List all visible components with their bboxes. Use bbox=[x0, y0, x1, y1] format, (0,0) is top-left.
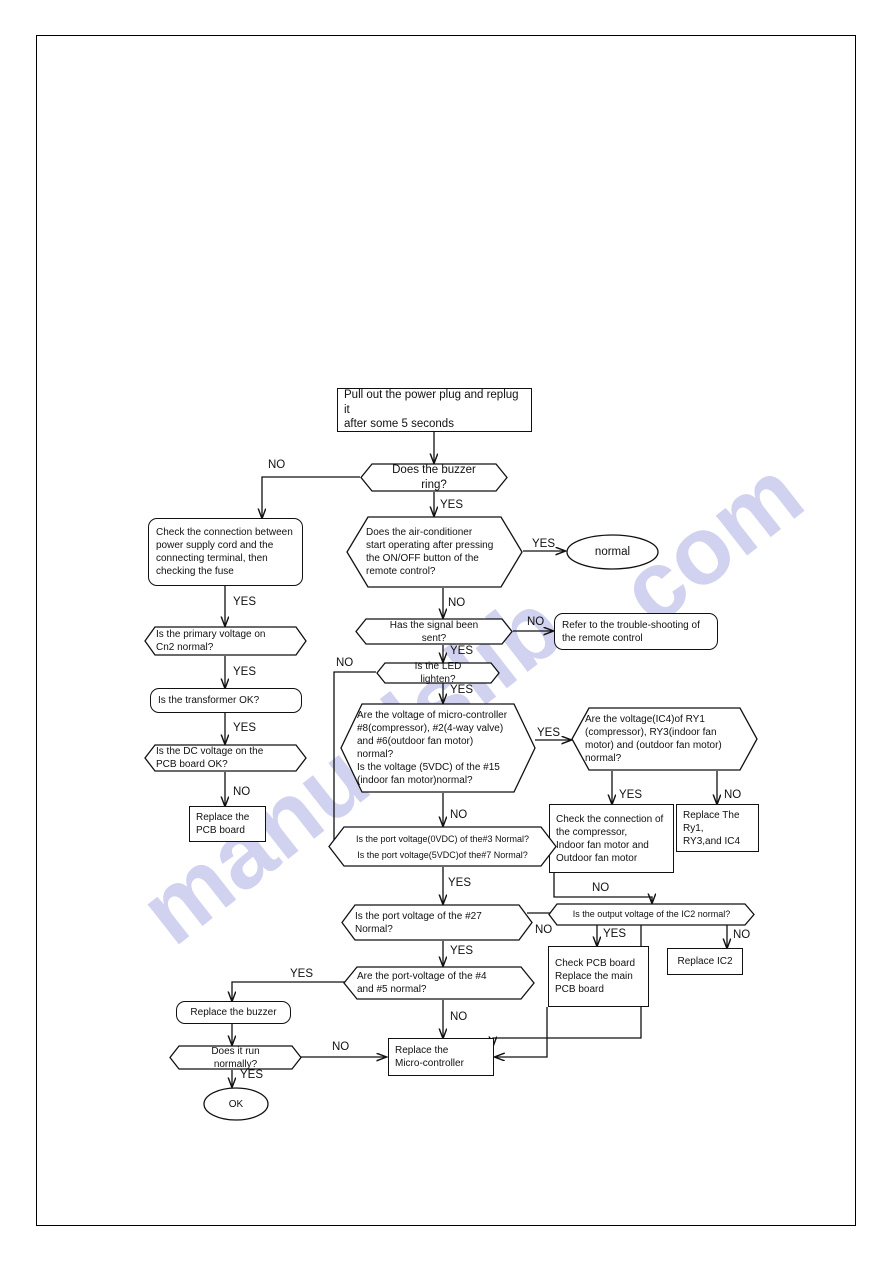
node-refer-remote-control-text: Refer to the trouble-shooting of the rem… bbox=[562, 619, 700, 644]
node-port-voltage-3-7-text: Is the port voltage(0VDC) of the#3 Norma… bbox=[355, 833, 530, 860]
node-dc-voltage-pcb: Is the DC voltage on the PCB board OK? bbox=[144, 744, 307, 772]
edge-label-run-no: NO bbox=[332, 1041, 350, 1053]
node-micro-controller-voltage-text: Are the voltage of micro-controller #8(c… bbox=[357, 710, 508, 786]
node-check-compressor-connection-text: Check the connection of the compressor, … bbox=[556, 813, 664, 864]
node-start-text: Pull out the power plug and replug it af… bbox=[344, 389, 519, 431]
node-ok-text: OK bbox=[228, 1098, 244, 1110]
edge-label-ic4-yes: YES bbox=[619, 789, 643, 801]
node-check-connection-text: Check the connection between power suppl… bbox=[156, 527, 293, 577]
edge-label-transformer-yes: YES bbox=[233, 722, 257, 734]
node-replace-pcb-board: Replace the PCB board bbox=[189, 806, 266, 842]
edge-label-led-yes: YES bbox=[450, 684, 474, 696]
node-replace-micro-controller: Replace the Micro-controller bbox=[388, 1038, 494, 1076]
node-refer-remote-control: Refer to the trouble-shooting of the rem… bbox=[554, 613, 718, 650]
edge-label-signal-no: NO bbox=[527, 616, 545, 628]
edge-label-signal-yes: YES bbox=[450, 645, 474, 657]
node-check-pcb-board-text: Check PCB board Replace the main PCB boa… bbox=[555, 958, 636, 995]
edge-label-run-yes: YES bbox=[240, 1069, 264, 1081]
node-port-voltage-4-5: Are the port-voltage of the #4 and #5 no… bbox=[343, 966, 535, 1000]
edge-label-buzzer-no: NO bbox=[268, 459, 286, 471]
node-check-compressor-connection: Check the connection of the compressor, … bbox=[549, 804, 674, 873]
node-ok: OK bbox=[203, 1087, 269, 1121]
node-ic4-voltage: Are the voltage(IC4)of RY1 (compressor),… bbox=[571, 707, 758, 771]
node-ic2-output-voltage: Is the output voltage of the IC2 normal? bbox=[548, 903, 755, 926]
edge-label-dc-no: NO bbox=[233, 786, 251, 798]
node-replace-ic2-text: Replace IC2 bbox=[677, 956, 733, 967]
edge-label-buzzer-yes: YES bbox=[440, 499, 464, 511]
node-primary-voltage-text: Is the primary voltage on Cn2 normal? bbox=[156, 629, 266, 653]
node-ac-start-operating: Does the air-conditioner start operating… bbox=[346, 516, 523, 588]
edge-label-ic2-no: NO bbox=[733, 929, 751, 941]
node-run-normally-text: Does it run normally? bbox=[211, 1045, 260, 1070]
node-buzzer-ring: Does the buzzer ring? bbox=[360, 463, 508, 492]
node-transformer-ok: Is the transformer OK? bbox=[150, 688, 302, 713]
node-dc-voltage-pcb-text: Is the DC voltage on the PCB board OK? bbox=[156, 746, 264, 770]
edge-label-port27-no: NO bbox=[535, 924, 553, 936]
node-normal-text: normal bbox=[594, 545, 631, 558]
node-buzzer-ring-text: Does the buzzer ring? bbox=[392, 464, 476, 491]
edge-label-micro-yes: YES bbox=[537, 727, 561, 739]
edge-label-port27-yes: YES bbox=[450, 945, 474, 957]
edge-label-port45-no: NO bbox=[450, 1011, 468, 1023]
node-ic2-output-voltage-text: Is the output voltage of the IC2 normal? bbox=[572, 909, 731, 919]
edge-label-primary-yes: YES bbox=[233, 666, 257, 678]
edge-label-port37-yes: YES bbox=[448, 877, 472, 889]
node-start: Pull out the power plug and replug it af… bbox=[337, 388, 532, 432]
edge-label-ic4-no: NO bbox=[724, 789, 742, 801]
edge-label-micro-no: NO bbox=[450, 809, 468, 821]
node-transformer-ok-text: Is the transformer OK? bbox=[158, 695, 260, 706]
node-signal-sent-text: Has the signal been sent? bbox=[389, 619, 479, 644]
node-micro-controller-voltage: Are the voltage of micro-controller #8(c… bbox=[340, 703, 536, 793]
edge-label-ic2-yes: YES bbox=[603, 928, 627, 940]
node-signal-sent: Has the signal been sent? bbox=[355, 618, 513, 645]
node-check-connection: Check the connection between power suppl… bbox=[148, 518, 303, 586]
node-replace-ic2: Replace IC2 bbox=[667, 948, 743, 975]
node-port-voltage-27-text: Is the port voltage of the #27 Normal? bbox=[355, 910, 482, 935]
node-ac-start-operating-text: Does the air-conditioner start operating… bbox=[366, 527, 494, 577]
node-ic4-voltage-text: Are the voltage(IC4)of RY1 (compressor),… bbox=[585, 714, 722, 764]
node-replace-micro-controller-text: Replace the Micro-controller bbox=[395, 1045, 464, 1069]
edge-label-compressor-no: NO bbox=[592, 882, 610, 894]
node-port-voltage-27: Is the port voltage of the #27 Normal? bbox=[341, 904, 533, 941]
edge-label-ac-yes: YES bbox=[532, 538, 556, 550]
node-replace-relays: Replace The Ry1, RY3,and IC4 bbox=[676, 804, 759, 852]
node-replace-buzzer: Replace the buzzer bbox=[176, 1001, 291, 1024]
node-replace-pcb-board-text: Replace the PCB board bbox=[196, 812, 250, 836]
node-led-lighten: Is the LED lighten? bbox=[376, 661, 500, 685]
node-replace-buzzer-text: Replace the buzzer bbox=[190, 1007, 277, 1018]
node-port-voltage-3-7: Is the port voltage(0VDC) of the#3 Norma… bbox=[328, 826, 557, 867]
node-led-lighten-text: Is the LED lighten? bbox=[414, 661, 462, 685]
node-replace-relays-text: Replace The Ry1, RY3,and IC4 bbox=[683, 809, 741, 847]
edge-label-port45-yes: YES bbox=[290, 968, 314, 980]
node-port-voltage-4-5-text: Are the port-voltage of the #4 and #5 no… bbox=[357, 971, 487, 995]
document-page: manualslib com Pull out the power plug a… bbox=[0, 0, 893, 1263]
edge-label-led-no: NO bbox=[336, 657, 354, 669]
node-run-normally: Does it run normally? bbox=[169, 1045, 302, 1070]
node-check-pcb-board: Check PCB board Replace the main PCB boa… bbox=[548, 946, 649, 1007]
node-normal: normal bbox=[566, 534, 659, 570]
edge-label-ac-no: NO bbox=[448, 597, 466, 609]
edge-label-check-yes: YES bbox=[233, 596, 257, 608]
node-primary-voltage: Is the primary voltage on Cn2 normal? bbox=[144, 626, 307, 656]
